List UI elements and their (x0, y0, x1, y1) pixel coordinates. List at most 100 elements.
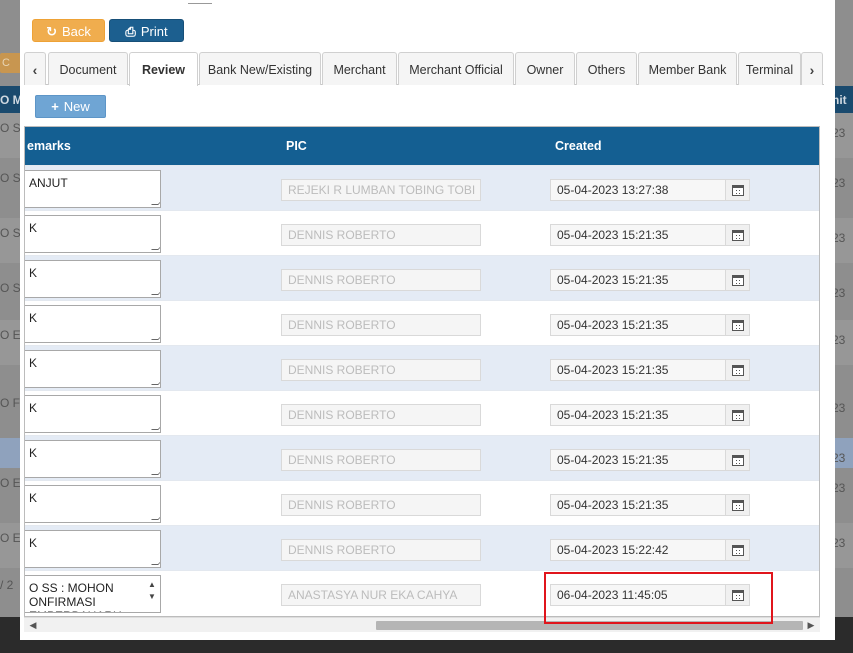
new-button[interactable]: + New (35, 95, 106, 118)
tab-merchant-official[interactable]: Merchant Official (398, 52, 514, 85)
column-header-remarks[interactable]: emarks (27, 127, 71, 165)
resize-grip-icon[interactable] (151, 378, 160, 385)
created-datetime-text: 05-04-2023 13:27:38 (557, 183, 669, 197)
textarea-scroll-arrows-icon[interactable]: ▲ ▼ (146, 579, 158, 603)
column-header-pic[interactable]: PIC (286, 127, 307, 165)
plus-icon: + (51, 99, 59, 114)
remarks-textarea[interactable]: K (25, 395, 161, 433)
created-datetime-field[interactable]: 05-04-2023 15:21:35 (550, 314, 750, 336)
remarks-text: K (29, 266, 38, 280)
resize-grip-icon[interactable] (151, 333, 160, 340)
background-row-right-text: 23 (832, 451, 846, 465)
pic-field: DENNIS ROBERTO (281, 314, 481, 336)
modal-top-mark (188, 0, 212, 4)
remarks-textarea[interactable]: K (25, 485, 161, 523)
background-row-left-text: O S (0, 281, 21, 295)
review-grid: emarks PIC Created ANJUT REJEKI R LUMBAN … (24, 126, 820, 617)
remarks-textarea[interactable]: K (25, 215, 161, 253)
remarks-textarea[interactable]: K (25, 350, 161, 388)
pic-field: REJEKI R LUMBAN TOBING TOBI (281, 179, 481, 201)
created-datetime-field[interactable]: 05-04-2023 15:22:42 (550, 539, 750, 561)
resize-grip-icon[interactable] (151, 198, 160, 205)
grid-row: K DENNIS ROBERTO 05-04-2023 15:21:35 (25, 435, 819, 480)
calendar-icon (732, 230, 744, 241)
calendar-button[interactable] (725, 180, 749, 200)
background-row-left-text: O E (0, 476, 21, 490)
remarks-textarea[interactable]: K (25, 530, 161, 568)
scroll-left-icon[interactable]: ◀ (26, 618, 40, 633)
calendar-button[interactable] (725, 360, 749, 380)
back-button[interactable]: ↻ Back (32, 19, 105, 42)
tab-member-bank[interactable]: Member Bank (638, 52, 737, 85)
created-datetime-field[interactable]: 05-04-2023 15:21:35 (550, 404, 750, 426)
calendar-icon (732, 275, 744, 286)
calendar-button[interactable] (725, 225, 749, 245)
resize-grip-icon[interactable] (151, 423, 160, 430)
created-datetime-field[interactable]: 05-04-2023 15:21:35 (550, 224, 750, 246)
pic-field: DENNIS ROBERTO (281, 539, 481, 561)
created-datetime-field[interactable]: 05-04-2023 15:21:35 (550, 359, 750, 381)
scroll-right-icon[interactable]: ▶ (804, 618, 818, 633)
resize-grip-icon[interactable] (151, 558, 160, 565)
resize-grip-icon[interactable] (151, 468, 160, 475)
review-modal: ↻ Back ⎙ Print ‹ Document Review Bank New/… (20, 0, 835, 640)
tab-bank-new-existing[interactable]: Bank New/Existing (199, 52, 321, 85)
print-button[interactable]: ⎙ Print (109, 19, 184, 42)
resize-grip-icon[interactable] (151, 513, 160, 520)
remarks-textarea[interactable]: K (25, 260, 161, 298)
remarks-textarea[interactable]: O SS : MOHON ONFIRMASI EMPERBAHARU ▲▼ (25, 575, 161, 613)
remarks-text: K (29, 446, 38, 460)
calendar-button[interactable] (725, 315, 749, 335)
created-datetime-text: 05-04-2023 15:21:35 (557, 408, 669, 422)
pic-field: DENNIS ROBERTO (281, 359, 481, 381)
created-datetime-text: 05-04-2023 15:21:35 (557, 453, 669, 467)
calendar-button[interactable] (725, 540, 749, 560)
remarks-textarea[interactable]: K (25, 305, 161, 343)
remarks-text: K (29, 536, 38, 550)
background-row-right-text: 23 (832, 126, 846, 140)
tab-scroll-right-icon[interactable]: › (801, 52, 823, 85)
calendar-icon (732, 545, 744, 556)
created-datetime-field[interactable]: 05-04-2023 15:21:35 (550, 494, 750, 516)
column-header-created[interactable]: Created (555, 127, 602, 165)
print-icon: ⎙ (125, 24, 136, 39)
tab-review[interactable]: Review (129, 52, 198, 86)
remarks-text: K (29, 221, 38, 235)
horizontal-scroll-thumb[interactable] (376, 621, 803, 630)
calendar-button[interactable] (725, 450, 749, 470)
new-label: New (63, 99, 90, 114)
remarks-textarea[interactable]: ANJUT (25, 170, 161, 208)
remarks-text: K (29, 311, 38, 325)
tab-merchant[interactable]: Merchant (322, 52, 397, 85)
calendar-button[interactable] (725, 495, 749, 515)
created-datetime-field[interactable]: 05-04-2023 13:27:38 (550, 179, 750, 201)
remarks-textarea[interactable]: K (25, 440, 161, 478)
created-datetime-text: 05-04-2023 15:21:35 (557, 273, 669, 287)
created-datetime-field[interactable]: 06-04-2023 11:45:05 (550, 584, 750, 606)
background-row-right-text: 23 (832, 176, 846, 190)
tab-bar: ‹ Document Review Bank New/Existing Merc… (24, 52, 824, 86)
grid-row: K DENNIS ROBERTO 05-04-2023 15:21:35 (25, 345, 819, 390)
background-row-left-text: O S (0, 171, 21, 185)
tab-others[interactable]: Others (576, 52, 637, 85)
tab-owner[interactable]: Owner (515, 52, 575, 85)
grid-row: K DENNIS ROBERTO 05-04-2023 15:21:35 (25, 480, 819, 525)
background-row-left-text: O E (0, 328, 21, 342)
background-row-right-text: 23 (832, 536, 846, 550)
refresh-icon: ↻ (46, 24, 57, 39)
resize-grip-icon[interactable] (151, 288, 160, 295)
horizontal-scrollbar[interactable]: ◀ ▶ (24, 617, 820, 632)
calendar-button[interactable] (725, 405, 749, 425)
tab-terminal[interactable]: Terminal (738, 52, 801, 85)
created-datetime-field[interactable]: 05-04-2023 15:21:35 (550, 269, 750, 291)
grid-row: O SS : MOHON ONFIRMASI EMPERBAHARU ▲▼ ANAS… (25, 570, 819, 615)
created-datetime-text: 05-04-2023 15:21:35 (557, 228, 669, 242)
resize-grip-icon[interactable] (151, 243, 160, 250)
pic-field: DENNIS ROBERTO (281, 494, 481, 516)
tab-scroll-left-icon[interactable]: ‹ (24, 52, 46, 85)
tab-document[interactable]: Document (48, 52, 128, 85)
created-datetime-field[interactable]: 05-04-2023 15:21:35 (550, 449, 750, 471)
calendar-icon (732, 590, 744, 601)
calendar-button[interactable] (725, 585, 749, 605)
calendar-button[interactable] (725, 270, 749, 290)
